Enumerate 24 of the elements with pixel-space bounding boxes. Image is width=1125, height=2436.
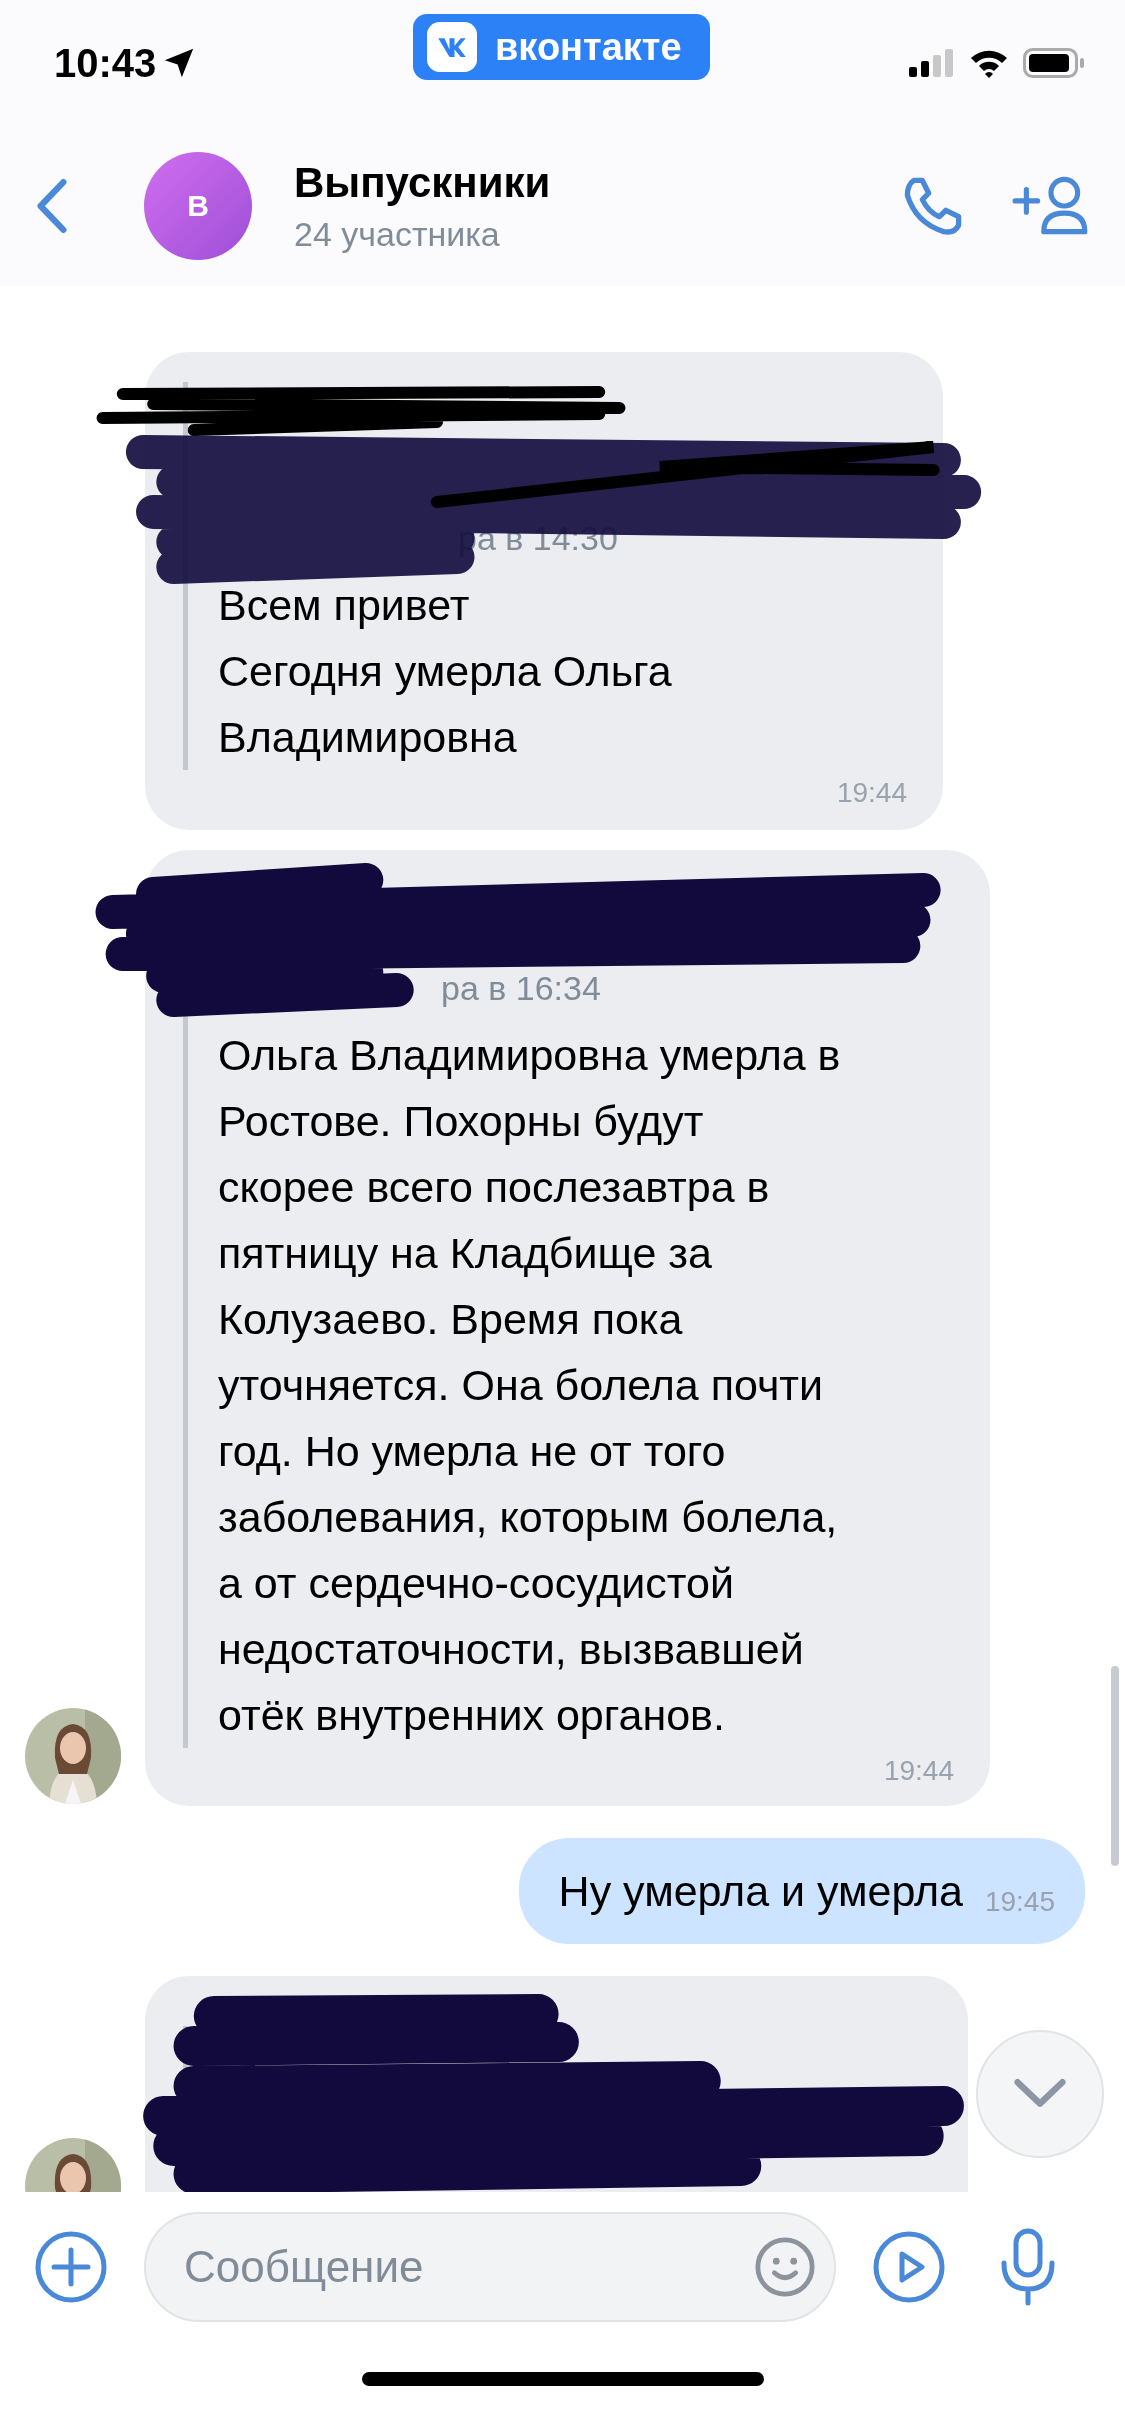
message-time: 19:44	[883, 1755, 954, 1787]
app-badge: вконтакте	[413, 14, 710, 80]
play-icon[interactable]	[872, 2230, 946, 2304]
vk-logo-icon	[427, 22, 477, 72]
message-text: Ольга Владимировна умерла в Ростове. Похорны будут скорее всего послезавтра в пятницу на Кладбище за Колузаево. Время пока уточняется. Она болела почти год. Но умерла не от того заболевания, которым болела, а от сердечно-сосудистой недостаточности, вызвавшей отёк внутренних органов.	[218, 1030, 842, 1741]
add-icon[interactable]	[34, 2230, 108, 2304]
forward-time: ра в 16:34	[441, 969, 601, 1008]
member-count: 24 участника	[294, 214, 501, 254]
wifi-icon	[969, 48, 1009, 78]
message-time: 19:45	[984, 1886, 1055, 1919]
scrollbar[interactable]	[1111, 1666, 1119, 1866]
message-text: Ну умерла и умерла	[558, 1866, 963, 1917]
chat-avatar[interactable]: В	[144, 152, 252, 260]
back-icon[interactable]	[36, 178, 68, 234]
message-field[interactable]: Сообщение	[144, 2212, 836, 2322]
message-input[interactable]: Сообщение	[182, 2241, 754, 2293]
message-time: 19:44	[836, 777, 907, 809]
signal-icon	[909, 49, 955, 77]
battery-icon	[1023, 48, 1085, 78]
emoji-icon[interactable]	[754, 2236, 816, 2298]
chevron-down-icon[interactable]	[1013, 2078, 1067, 2110]
message-text: Всем привет Сегодня умерла Ольга Владимировна	[218, 580, 673, 763]
chat-title: Выпускники	[294, 158, 551, 207]
status-time: 10:43	[54, 40, 157, 86]
